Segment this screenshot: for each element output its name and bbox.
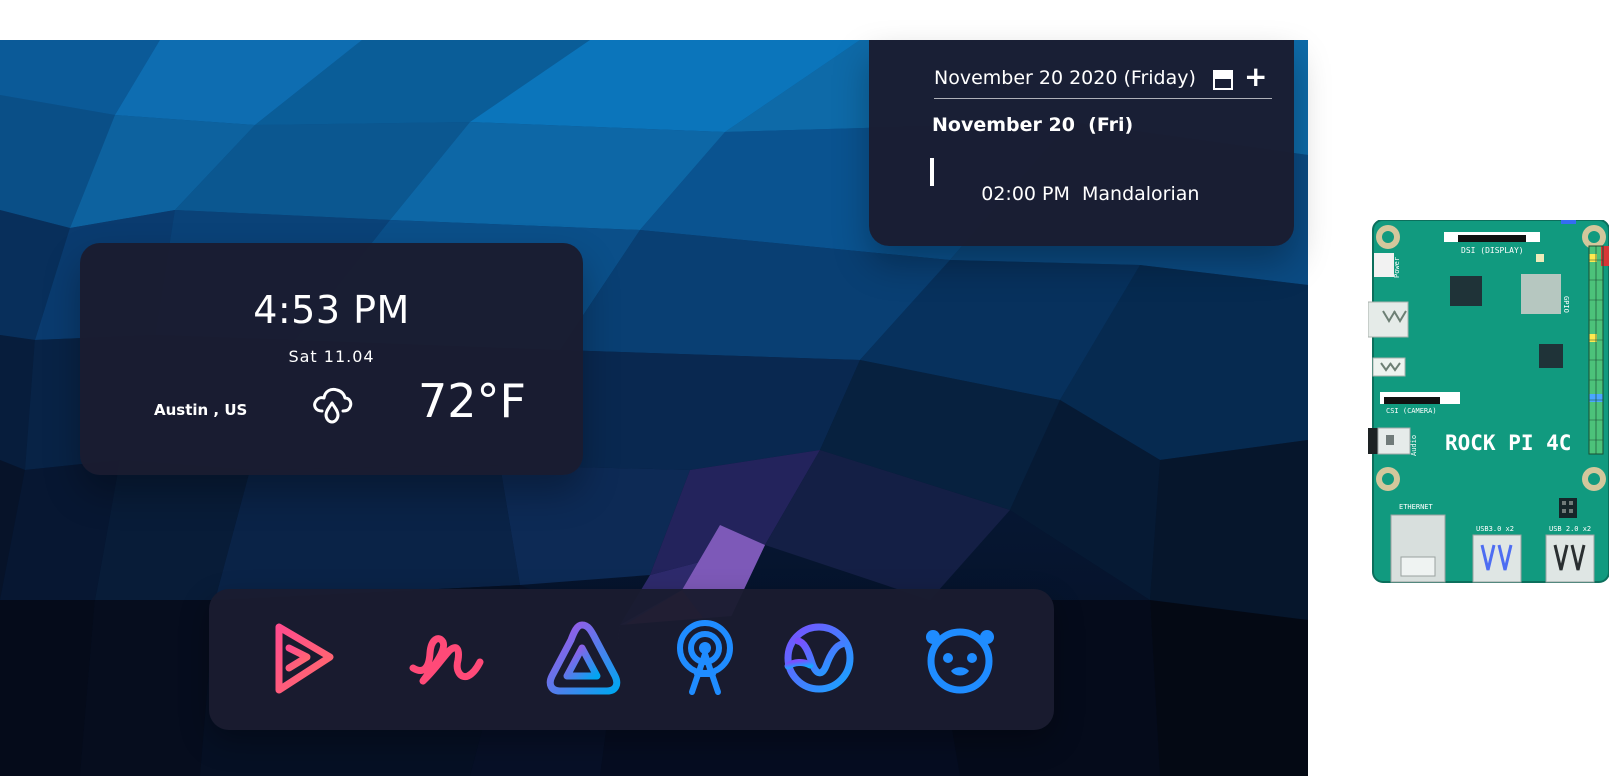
weather-card: 4:53 PM Sat 11.04 Austin , US 72°F — [80, 243, 583, 475]
desktop-stage: November 20 2020 (Friday) + November 20 … — [0, 0, 1609, 776]
wave-script-icon — [409, 635, 484, 685]
calendar-card: November 20 2020 (Friday) + November 20 … — [869, 40, 1294, 246]
cloud-rain-icon — [309, 381, 355, 427]
v-circle-icon — [784, 623, 854, 693]
calendar-event-title: Mandalorian — [1082, 183, 1200, 205]
rock-pi-board: DSI (DISPLAY) Power CSI (CAMERA) Audio R… — [1368, 220, 1609, 589]
weather-date: Sat 11.04 — [288, 347, 375, 366]
calendar-header: November 20 2020 (Friday) + — [934, 62, 1272, 99]
rock-pi-board-image: DSI (DISPLAY) Power CSI (CAMERA) Audio R… — [1368, 220, 1609, 583]
calendar-day-heading: November 20 (Fri) — [932, 114, 1134, 136]
triangle-icon — [546, 621, 621, 695]
bear-face-icon — [926, 628, 994, 694]
board-label-dsi: DSI (DISPLAY) — [1461, 246, 1524, 255]
play-triangle-icon — [275, 623, 334, 694]
calendar-header-title: November 20 2020 (Friday) — [934, 67, 1196, 89]
dock-app-2[interactable] — [405, 617, 487, 699]
dock-app-5[interactable] — [778, 617, 860, 699]
dock-app-4[interactable] — [664, 617, 746, 699]
calendar-event[interactable]: 02:00 PM Mandalorian — [930, 158, 1199, 205]
calendar-view-icon[interactable] — [1213, 70, 1233, 90]
calendar-event-spacer — [1070, 183, 1082, 205]
board-title: ROCK PI 4C — [1445, 431, 1571, 455]
board-label-csi: CSI (CAMERA) — [1386, 407, 1437, 415]
clock-time: 4:53 PM — [253, 288, 410, 332]
calendar-event-time: 02:00 PM — [981, 183, 1070, 205]
plus-icon[interactable]: + — [1244, 62, 1267, 92]
board-label-usb2: USB 2.0 x2 — [1549, 525, 1591, 533]
broadcast-antenna-icon — [677, 620, 733, 695]
board-label-power: Power — [1393, 257, 1401, 278]
app-dock — [209, 589, 1054, 730]
weather-location: Austin , US — [154, 401, 248, 419]
board-label-ethernet: ETHERNET — [1399, 503, 1434, 511]
board-label-gpio: GPIO — [1562, 296, 1570, 313]
board-label-audio: Audio — [1410, 435, 1418, 456]
dock-app-3[interactable] — [543, 617, 625, 699]
dock-app-1[interactable] — [263, 617, 345, 699]
board-label-usb3: USB3.0 x2 — [1476, 525, 1514, 533]
temperature: 72°F — [418, 374, 526, 428]
dock-app-6[interactable] — [919, 617, 1001, 699]
